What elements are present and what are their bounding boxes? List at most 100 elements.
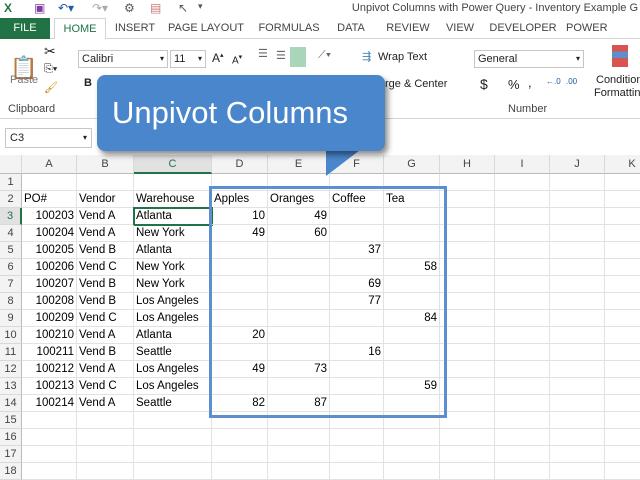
row-header-1[interactable]: 1	[0, 174, 22, 191]
cell-H15[interactable]	[440, 412, 495, 429]
cell-B13[interactable]: Vend C	[77, 378, 134, 395]
cell-B11[interactable]: Vend B	[77, 344, 134, 361]
macro-icon[interactable]: ⚙	[124, 1, 135, 15]
cell-I12[interactable]	[495, 361, 550, 378]
column-header-G[interactable]: G	[384, 155, 440, 174]
cell-K4[interactable]	[605, 225, 640, 242]
cell-C16[interactable]	[134, 429, 212, 446]
cell-J11[interactable]	[550, 344, 605, 361]
cell-I10[interactable]	[495, 327, 550, 344]
column-header-D[interactable]: D	[212, 155, 268, 174]
cell-G17[interactable]	[384, 446, 440, 463]
cell-J1[interactable]	[550, 174, 605, 191]
align-bottom-icon[interactable]	[290, 47, 306, 67]
cell-A5[interactable]: 100205	[22, 242, 77, 259]
cell-I18[interactable]	[495, 463, 550, 480]
cell-J6[interactable]	[550, 259, 605, 276]
comma-button[interactable]: ,	[528, 75, 532, 90]
cell-J13[interactable]	[550, 378, 605, 395]
currency-button[interactable]: $	[480, 76, 488, 92]
cell-K17[interactable]	[605, 446, 640, 463]
cell-C2[interactable]: Warehouse	[134, 191, 212, 208]
conditional-formatting-icon[interactable]	[612, 45, 628, 67]
cell-J2[interactable]	[550, 191, 605, 208]
cell-H10[interactable]	[440, 327, 495, 344]
cell-I1[interactable]	[495, 174, 550, 191]
cell-B4[interactable]: Vend A	[77, 225, 134, 242]
tab-data[interactable]: DATA	[330, 18, 372, 39]
cell-B8[interactable]: Vend B	[77, 293, 134, 310]
cell-I13[interactable]	[495, 378, 550, 395]
cell-C18[interactable]	[134, 463, 212, 480]
cell-J18[interactable]	[550, 463, 605, 480]
cell-C1[interactable]	[134, 174, 212, 191]
cell-I16[interactable]	[495, 429, 550, 446]
cell-H16[interactable]	[440, 429, 495, 446]
cell-D18[interactable]	[212, 463, 268, 480]
orientation-icon[interactable]: ⟋▾	[318, 49, 331, 62]
cell-I9[interactable]	[495, 310, 550, 327]
name-box[interactable]: C3 ▾	[5, 128, 92, 148]
cell-A16[interactable]	[22, 429, 77, 446]
number-format-select[interactable]: General ▾	[474, 50, 584, 68]
cell-J5[interactable]	[550, 242, 605, 259]
cell-H6[interactable]	[440, 259, 495, 276]
cell-K14[interactable]	[605, 395, 640, 412]
tab-formulas[interactable]: FORMULAS	[256, 18, 322, 39]
cell-J17[interactable]	[550, 446, 605, 463]
cell-A1[interactable]	[22, 174, 77, 191]
cell-B12[interactable]: Vend A	[77, 361, 134, 378]
cell-H5[interactable]	[440, 242, 495, 259]
cell-A3[interactable]: 100203	[22, 208, 77, 225]
cell-J14[interactable]	[550, 395, 605, 412]
column-header-J[interactable]: J	[550, 155, 605, 174]
cell-K7[interactable]	[605, 276, 640, 293]
decrease-decimal-icon[interactable]: .00	[566, 77, 577, 86]
cell-E17[interactable]	[268, 446, 330, 463]
active-cell-C3[interactable]: Atlanta	[133, 207, 213, 226]
cell-B15[interactable]	[77, 412, 134, 429]
cell-H18[interactable]	[440, 463, 495, 480]
cell-H4[interactable]	[440, 225, 495, 242]
cell-A15[interactable]	[22, 412, 77, 429]
column-header-C[interactable]: C	[134, 155, 212, 174]
row-header-5[interactable]: 5	[0, 242, 22, 259]
cell-J4[interactable]	[550, 225, 605, 242]
wrap-text-button[interactable]: Wrap Text	[378, 51, 427, 63]
column-header-K[interactable]: K	[605, 155, 640, 174]
cell-K1[interactable]	[605, 174, 640, 191]
cell-J9[interactable]	[550, 310, 605, 327]
tab-insert[interactable]: INSERT	[110, 18, 160, 39]
cell-H7[interactable]	[440, 276, 495, 293]
cell-A18[interactable]	[22, 463, 77, 480]
cell-K10[interactable]	[605, 327, 640, 344]
cell-I11[interactable]	[495, 344, 550, 361]
column-header-I[interactable]: I	[495, 155, 550, 174]
select-all-corner[interactable]	[0, 155, 22, 174]
cell-I3[interactable]	[495, 208, 550, 225]
row-header-17[interactable]: 17	[0, 446, 22, 463]
cell-K13[interactable]	[605, 378, 640, 395]
cell-I14[interactable]	[495, 395, 550, 412]
tab-home[interactable]: HOME	[54, 18, 106, 40]
cell-A4[interactable]: 100204	[22, 225, 77, 242]
cell-C10[interactable]: Atlanta	[134, 327, 212, 344]
cell-B1[interactable]	[77, 174, 134, 191]
cell-H3[interactable]	[440, 208, 495, 225]
cell-J8[interactable]	[550, 293, 605, 310]
cell-C5[interactable]: Atlanta	[134, 242, 212, 259]
cell-A12[interactable]: 100212	[22, 361, 77, 378]
cell-J7[interactable]	[550, 276, 605, 293]
cell-B2[interactable]: Vendor	[77, 191, 134, 208]
bold-button[interactable]: B	[84, 77, 92, 89]
row-header-9[interactable]: 9	[0, 310, 22, 327]
cell-I15[interactable]	[495, 412, 550, 429]
cell-A17[interactable]	[22, 446, 77, 463]
grow-font-icon[interactable]: A▴	[212, 51, 224, 65]
cell-C11[interactable]: Seattle	[134, 344, 212, 361]
cell-H8[interactable]	[440, 293, 495, 310]
cell-J10[interactable]	[550, 327, 605, 344]
cell-A8[interactable]: 100208	[22, 293, 77, 310]
format-painter-icon[interactable]: 🖌	[44, 81, 58, 94]
cell-A13[interactable]: 100213	[22, 378, 77, 395]
